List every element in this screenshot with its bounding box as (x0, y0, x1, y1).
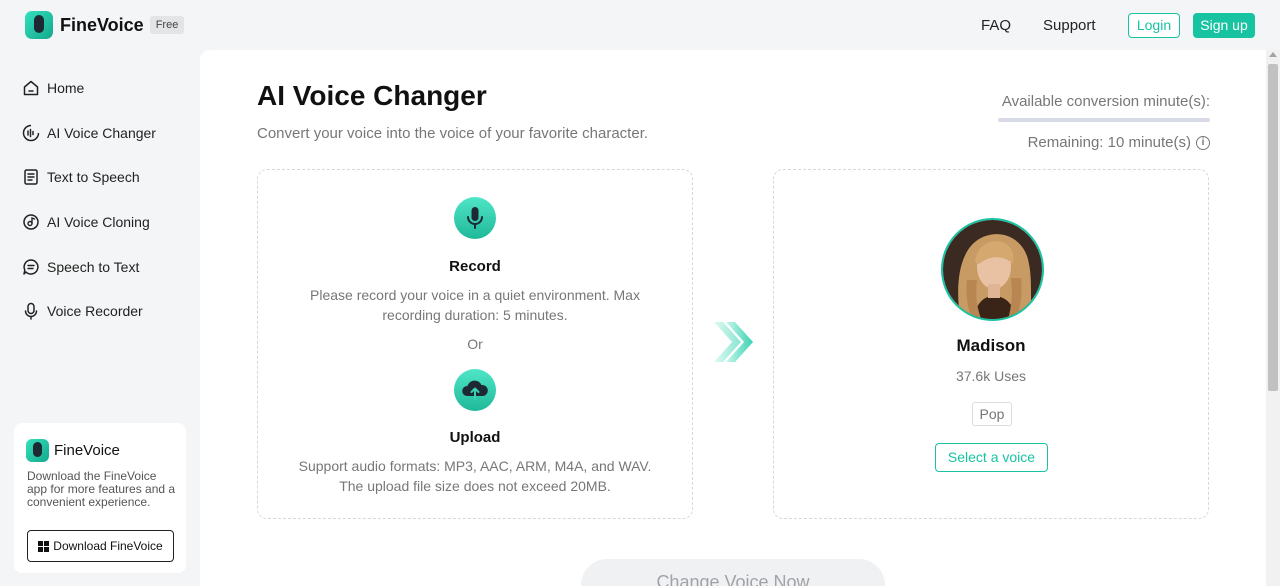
upload-description: Support audio formats: MP3, AAC, ARM, M4… (298, 458, 652, 494)
sidebar-item-ai-voice-cloning[interactable]: AI Voice Cloning (22, 213, 150, 231)
double-arrow-icon (714, 322, 753, 362)
microphone-icon (467, 207, 483, 229)
cloud-upload-icon (462, 380, 488, 400)
conversion-minutes-label: Available conversion minute(s): (1001, 93, 1210, 110)
voice-avatar[interactable] (941, 218, 1044, 321)
voice-uses: 37.6k Uses (955, 368, 1027, 384)
conversion-minutes-bar (998, 118, 1210, 122)
change-voice-now-button[interactable]: Change Voice Now (581, 559, 885, 586)
sidebar-item-label: AI Voice Changer (47, 125, 156, 141)
promo-title: FineVoice (54, 442, 120, 459)
download-button-label: Download FineVoice (53, 539, 163, 553)
home-icon (23, 80, 39, 96)
page-title: AI Voice Changer (257, 80, 487, 111)
page-scrollbar[interactable] (1266, 50, 1280, 586)
faq-link[interactable]: FAQ (981, 17, 1011, 34)
finevoice-logo-icon (25, 11, 53, 39)
voice-genre-tag: Pop (972, 402, 1012, 426)
sidebar-item-text-to-speech[interactable]: Text to Speech (22, 168, 140, 186)
login-button[interactable]: Login (1128, 13, 1180, 38)
microphone-icon (24, 302, 38, 320)
download-finevoice-button[interactable]: Download FineVoice (27, 530, 174, 562)
info-icon[interactable]: i (1196, 135, 1210, 150)
promo-logo: FineVoice (26, 439, 120, 462)
windows-icon (38, 540, 50, 552)
record-title: Record (449, 258, 501, 275)
document-icon (24, 169, 38, 185)
sidebar-item-label: Voice Recorder (47, 303, 143, 319)
main-panel: AI Voice Changer Convert your voice into… (200, 50, 1266, 586)
brand-name: FineVoice (60, 14, 144, 35)
signup-button[interactable]: Sign up (1193, 13, 1255, 38)
voice-card: Madison 37.6k Uses Pop Select a voice (773, 169, 1209, 519)
upload-button[interactable] (454, 369, 496, 411)
voice-wave-icon (22, 124, 40, 142)
sidebar-item-label: Speech to Text (47, 259, 140, 275)
plan-badge: Free (149, 16, 185, 34)
remaining-minutes-text: Remaining: 10 minute(s) (1027, 134, 1191, 151)
sidebar-item-label: Home (47, 80, 85, 96)
or-separator: Or (467, 336, 483, 352)
sidebar-item-label: AI Voice Cloning (47, 214, 150, 230)
sidebar-item-label: Text to Speech (47, 169, 140, 185)
scrollbar-thumb[interactable] (1268, 64, 1278, 391)
conversion-minutes-fill (998, 118, 1210, 122)
input-card: Record Please record your voice in a qui… (257, 169, 693, 519)
record-button[interactable] (454, 197, 496, 239)
sidebar-item-speech-to-text[interactable]: Speech to Text (22, 258, 139, 276)
voice-avatar-image (943, 220, 1042, 319)
app-download-promo: FineVoice Download the FineVoice app for… (14, 423, 186, 573)
sidebar-item-home[interactable]: Home (22, 79, 84, 97)
promo-description: Download the FineVoice app for more feat… (27, 469, 176, 509)
finevoice-logo-icon (26, 439, 49, 462)
clone-disc-icon (23, 214, 39, 230)
page-subtitle: Convert your voice into the voice of you… (257, 125, 649, 142)
remaining-minutes: Remaining: 10 minute(s) i (1028, 134, 1210, 151)
scroll-up-arrow-icon[interactable] (1269, 52, 1277, 57)
support-link[interactable]: Support (1043, 17, 1096, 34)
top-bar: FineVoice Free FAQ Support Login Sign up (0, 0, 1280, 50)
brand-logo[interactable]: FineVoice Free (25, 11, 185, 39)
voice-name: Madison (956, 336, 1026, 355)
sidebar-item-voice-recorder[interactable]: Voice Recorder (22, 302, 143, 320)
upload-title: Upload (449, 429, 501, 446)
speech-bubble-icon (23, 259, 39, 275)
select-voice-button[interactable]: Select a voice (935, 443, 1048, 472)
record-description: Please record your voice in a quiet envi… (310, 287, 640, 323)
sidebar-item-ai-voice-changer[interactable]: AI Voice Changer (22, 124, 156, 142)
